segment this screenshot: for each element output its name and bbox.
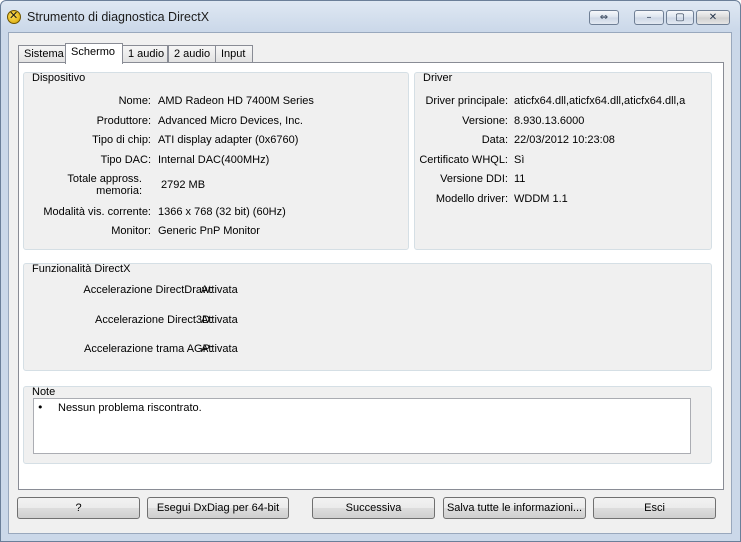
schermo-panel: Dispositivo Nome: AMD Radeon HD 7400M Se… — [18, 62, 724, 490]
direct3d-value: Attivata — [201, 314, 238, 326]
device-name-value: AMD Radeon HD 7400M Series — [158, 95, 314, 107]
maximize-button[interactable]: ▢ — [666, 10, 694, 25]
tab-sistema[interactable]: Sistema — [18, 45, 67, 63]
direct3d-label: Accelerazione Direct3D: — [95, 314, 213, 326]
title-bar[interactable]: Strumento di diagnostica DirectX ⇔ – ▢ ✕ — [1, 1, 740, 33]
tab-schermo[interactable]: Schermo — [65, 43, 123, 64]
driver-date-label: Data: — [481, 134, 508, 146]
next-button[interactable]: Successiva — [312, 497, 435, 519]
window-extra-button[interactable]: ⇔ — [589, 10, 619, 25]
display-mode-label: Modalità vis. corrente: — [43, 206, 151, 218]
notes-group: Note • Nessun problema riscontrato. — [23, 386, 712, 464]
total-memory-value: 2792 MB — [161, 179, 206, 191]
save-all-info-button[interactable]: Salva tutte le informazioni... — [443, 497, 586, 519]
device-name-label: Nome: — [118, 95, 151, 107]
whql-label: Certificato WHQL: — [419, 154, 508, 166]
total-memory-label: Totale appross. memoria: — [67, 173, 142, 197]
tab-input[interactable]: Input — [215, 45, 253, 63]
device-group: Dispositivo Nome: AMD Radeon HD 7400M Se… — [23, 72, 409, 250]
close-button[interactable]: ✕ — [696, 10, 730, 25]
driver-group-title: Driver — [423, 72, 453, 84]
monitor-label: Monitor: — [111, 225, 151, 237]
whql-value: Sì — [514, 154, 525, 166]
ddi-version-value: 11 — [514, 173, 526, 185]
driver-version-value: 8.930.13.6000 — [514, 115, 585, 127]
driver-group: Driver Driver principale: aticfx64.dll,a… — [414, 72, 712, 250]
dac-type-value: Internal DAC(400MHz) — [158, 154, 270, 166]
note-bullet: • — [37, 401, 44, 414]
minimize-button[interactable]: – — [634, 10, 664, 25]
features-group-title: Funzionalità DirectX — [32, 263, 131, 275]
notes-textbox[interactable]: • Nessun problema riscontrato. — [33, 398, 691, 454]
directx-icon — [7, 9, 21, 24]
device-group-title: Dispositivo — [32, 72, 86, 84]
exit-button[interactable]: Esci — [593, 497, 716, 519]
driver-model-label: Modello driver: — [435, 193, 508, 205]
notes-group-title: Note — [32, 386, 56, 398]
main-driver-label: Driver principale: — [425, 95, 508, 107]
client-area: Sistema Schermo 1 audio 2 audio Input Di… — [8, 32, 732, 534]
help-button[interactable]: ? — [17, 497, 140, 519]
run-dxdiag-64bit-button[interactable]: Esegui DxDiag per 64-bit — [147, 497, 289, 519]
manufacturer-value: Advanced Micro Devices, Inc. — [158, 115, 303, 127]
driver-date-value: 22/03/2012 10:23:08 — [514, 134, 615, 146]
chip-type-label: Tipo di chip: — [92, 134, 151, 146]
window-title: Strumento di diagnostica DirectX — [27, 10, 210, 24]
main-driver-value: aticfx64.dll,aticfx64.dll,aticfx64.dll,a — [514, 95, 686, 107]
directdraw-value: Attivata — [201, 284, 238, 296]
dac-type-label: Tipo DAC: — [100, 154, 151, 166]
agp-label: Accelerazione trama AGP: — [83, 343, 213, 355]
driver-version-label: Versione: — [462, 115, 508, 127]
chip-type-value: ATI display adapter (0x6760) — [158, 134, 299, 146]
display-mode-value: 1366 x 768 (32 bit) (60Hz) — [158, 206, 286, 218]
note-text: Nessun problema riscontrato. — [58, 402, 202, 414]
driver-model-value: WDDM 1.1 — [514, 193, 568, 205]
directx-features-group: Funzionalità DirectX Accelerazione Direc… — [23, 263, 712, 371]
manufacturer-label: Produttore: — [96, 115, 151, 127]
tab-1-audio[interactable]: 1 audio — [122, 45, 168, 63]
tab-2-audio[interactable]: 2 audio — [168, 45, 216, 63]
ddi-version-label: Versione DDI: — [440, 173, 508, 185]
dxdiag-window: Strumento di diagnostica DirectX ⇔ – ▢ ✕… — [0, 0, 741, 542]
agp-value: Attivata — [201, 343, 238, 355]
directdraw-label: Accelerazione DirectDraw: — [83, 284, 213, 296]
monitor-value: Generic PnP Monitor — [158, 225, 260, 237]
